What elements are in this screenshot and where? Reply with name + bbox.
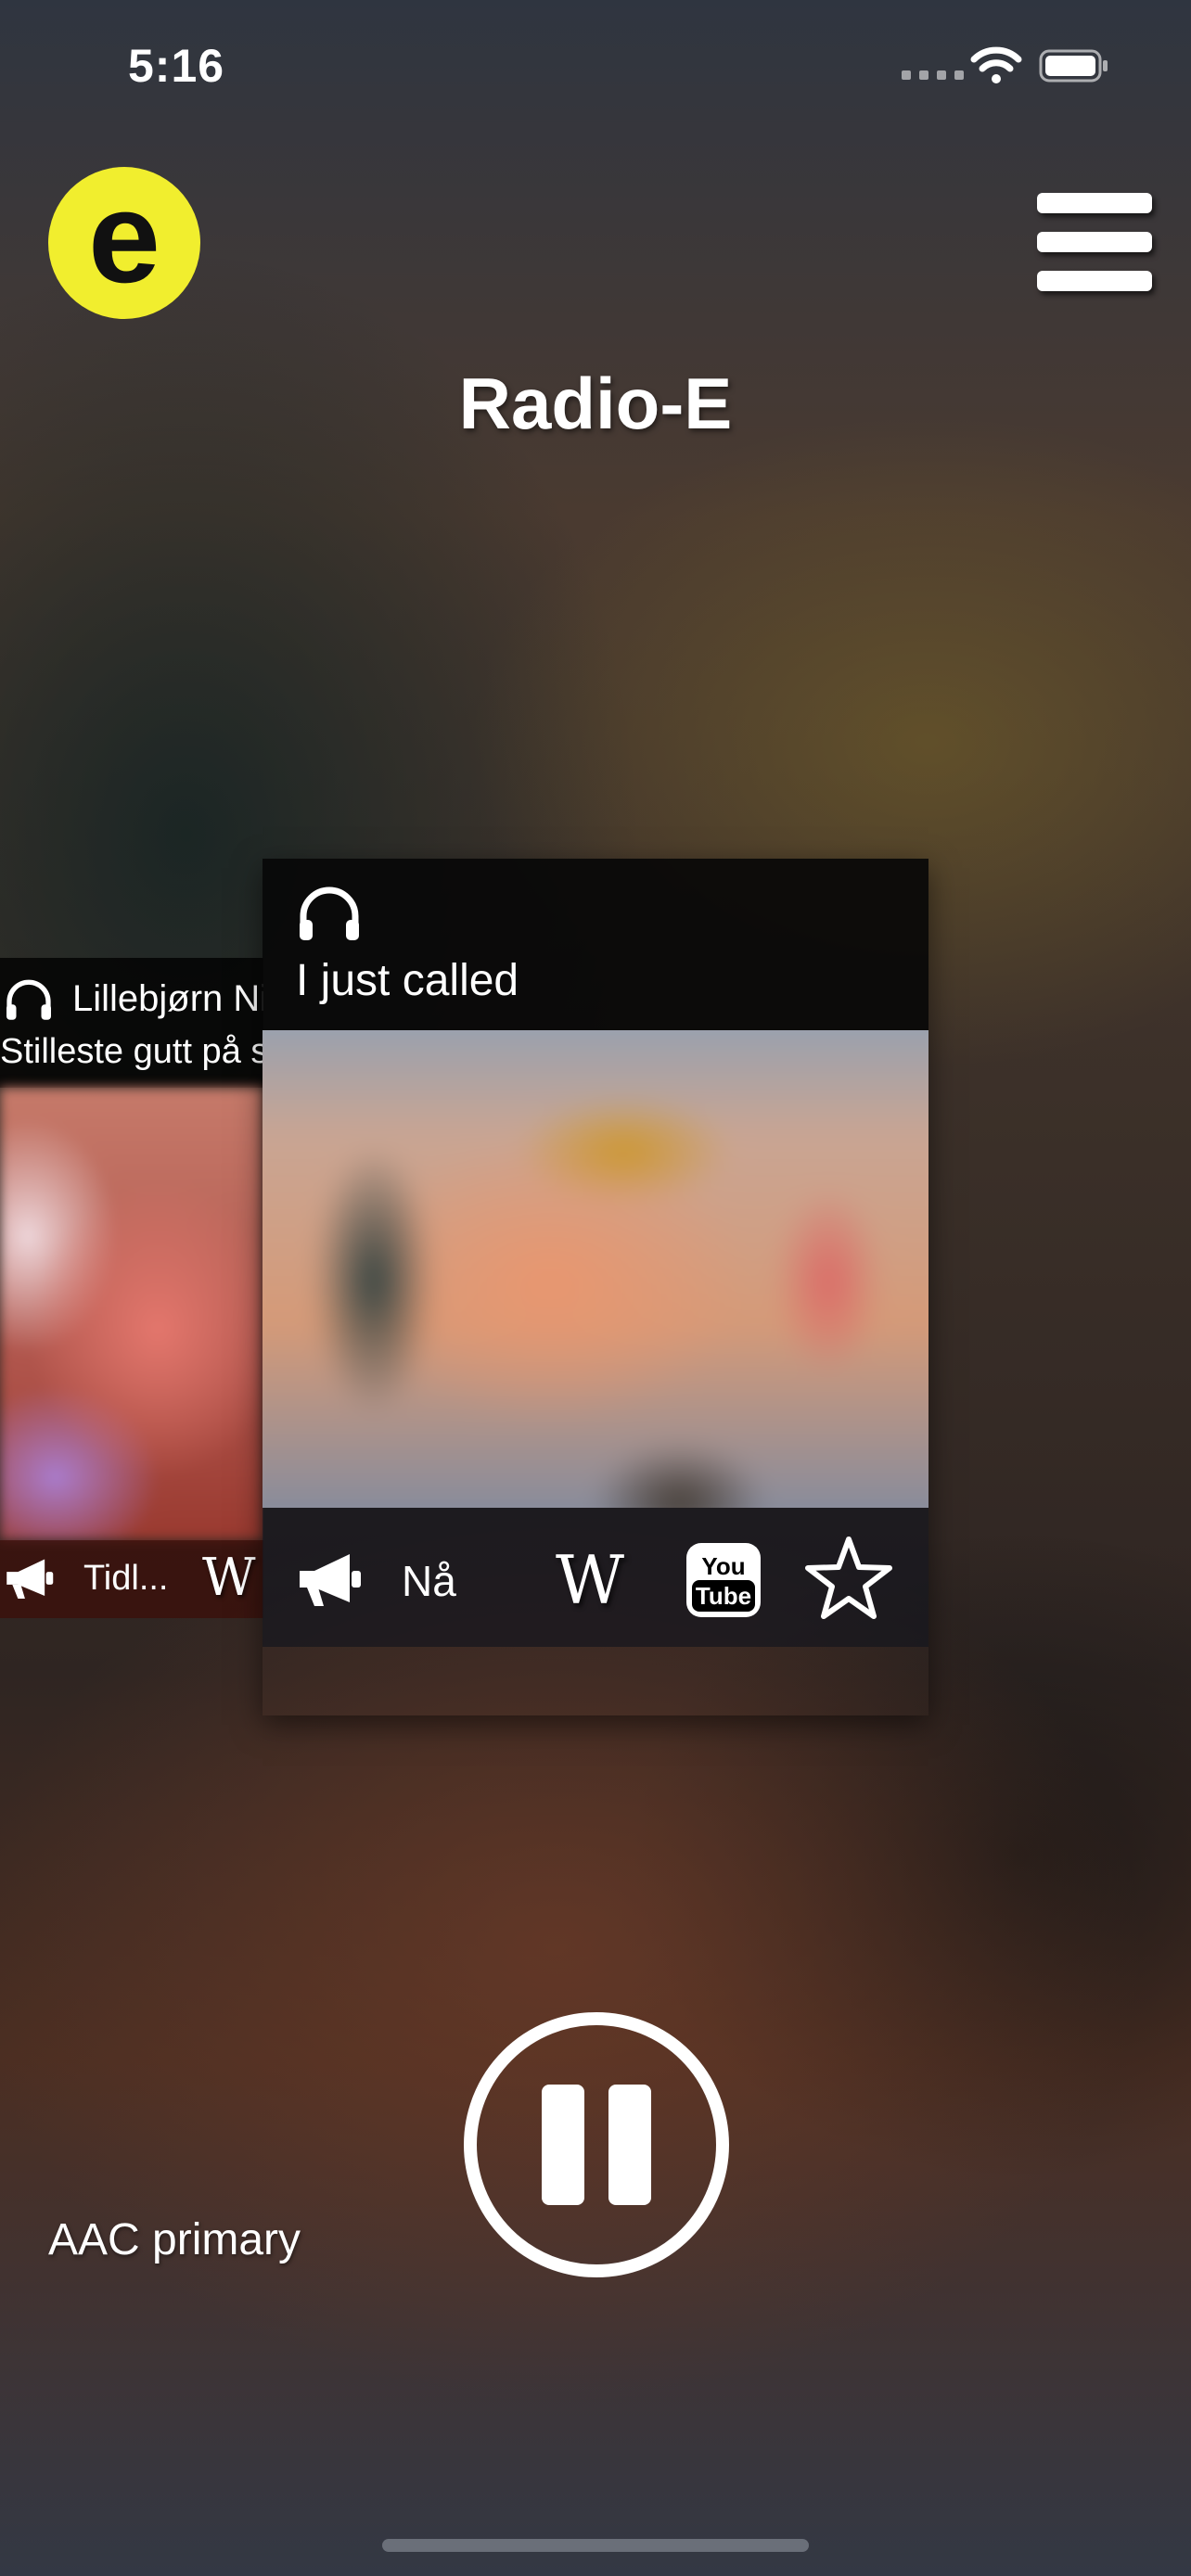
signal-icon	[902, 70, 964, 80]
current-track-card[interactable]: I just called Nå W You Tube	[263, 859, 928, 1715]
current-track-header: I just called	[263, 859, 928, 1030]
current-album-art	[263, 1030, 928, 1508]
headphones-icon	[300, 886, 359, 940]
headphones-icon	[6, 979, 51, 1020]
page-title: Radio-E	[458, 363, 733, 444]
previous-track-footer: Tidl... W	[0, 1540, 263, 1618]
previous-album-art	[0, 1088, 263, 1540]
home-indicator	[382, 2539, 809, 2552]
now-label: Nå	[402, 1557, 456, 1605]
stream-quality-label[interactable]: AAC primary	[48, 2214, 301, 2265]
megaphone-icon[interactable]	[294, 1549, 368, 1610]
current-track-footer: Nå W You Tube	[263, 1508, 928, 1647]
previous-track-header: Lillebjørn Nilsen Stilleste gutt på so	[0, 958, 263, 1088]
battery-icon	[1039, 49, 1108, 83]
youtube-bottom-text: Tube	[696, 1582, 751, 1610]
previous-track-artist: Lillebjørn Nilsen	[72, 978, 263, 1019]
radio-e-logo[interactable]: e	[46, 165, 202, 321]
previous-track-song: Stilleste gutt på so	[0, 1032, 263, 1071]
wikipedia-icon[interactable]: W	[202, 1548, 256, 1608]
youtube-icon[interactable]: You Tube	[685, 1541, 762, 1619]
youtube-top-text: You	[701, 1552, 745, 1580]
wifi-icon	[970, 46, 1022, 83]
previous-label: Tidl...	[83, 1559, 169, 1598]
megaphone-icon[interactable]	[0, 1555, 61, 1601]
menu-icon[interactable]	[1037, 193, 1152, 295]
status-time: 5:16	[128, 40, 225, 92]
previous-track-card[interactable]: Lillebjørn Nilsen Stilleste gutt på so T…	[0, 958, 263, 1618]
logo-letter: e	[88, 165, 160, 310]
star-icon[interactable]	[804, 1534, 893, 1623]
wikipedia-icon[interactable]: W	[556, 1541, 624, 1619]
current-track-song: I just called	[296, 956, 519, 1005]
pause-icon[interactable]	[462, 2010, 731, 2279]
